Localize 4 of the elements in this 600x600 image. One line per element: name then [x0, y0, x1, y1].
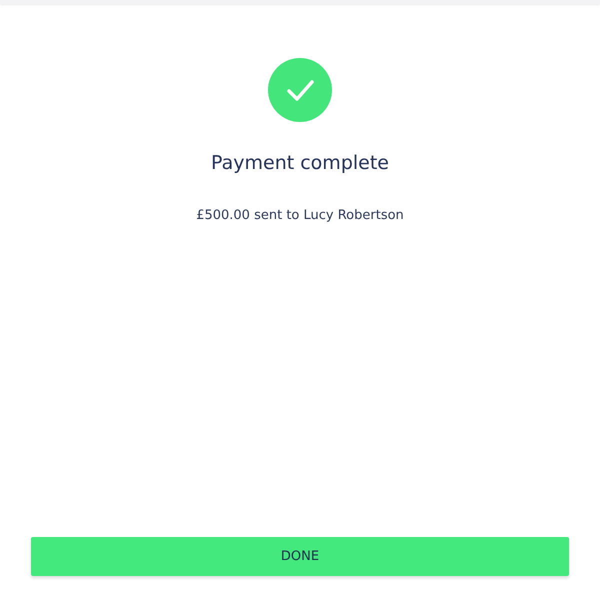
success-check-icon: [268, 58, 332, 122]
page-title: Payment complete: [211, 152, 389, 174]
done-button[interactable]: DONE: [31, 537, 569, 576]
confirmation-message: £500.00 sent to Lucy Robertson: [196, 208, 404, 223]
